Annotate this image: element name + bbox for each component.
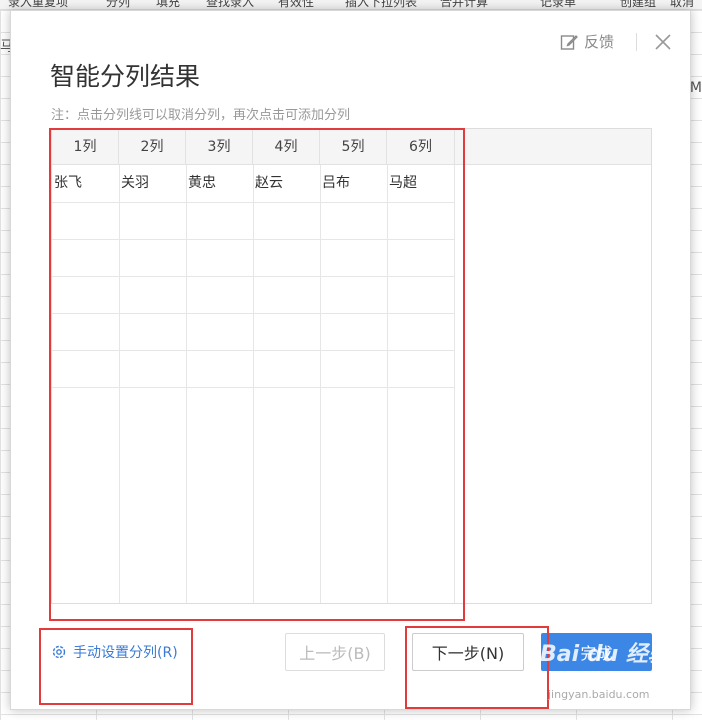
row-divider: [52, 313, 455, 314]
split-preview-table: 1列 2列 3列 4列 5列 6列 张飞 关羽 黄忠 赵云 吕布 马超: [51, 128, 652, 604]
split-line[interactable]: [320, 165, 321, 603]
close-button[interactable]: [652, 31, 674, 53]
column-header[interactable]: 5列: [320, 129, 387, 165]
header-divider: [636, 33, 637, 51]
gear-icon: [52, 645, 66, 659]
feedback-label: 反馈: [584, 33, 615, 51]
column-header[interactable]: 3列: [186, 129, 253, 165]
table-cell: 吕布: [322, 175, 350, 191]
bg-toolbar-item: 合并计算: [440, 0, 489, 9]
column-header[interactable]: 1列: [52, 129, 119, 165]
split-line[interactable]: [454, 165, 455, 603]
bg-toolbar-item: 记录单: [540, 0, 577, 9]
column-header[interactable]: 6列: [387, 129, 455, 165]
bg-toolbar-item: 分列: [106, 0, 131, 9]
manual-split-link[interactable]: 手动设置分列(R): [51, 642, 178, 662]
close-icon: [655, 34, 671, 50]
table-cell: 张飞: [54, 175, 82, 191]
row-divider: [52, 387, 455, 388]
split-line[interactable]: [186, 165, 187, 603]
bg-toolbar-item: 查找录入: [206, 0, 255, 9]
bg-toolbar-item: 插入下拉列表: [345, 0, 418, 9]
bg-toolbar-item: 创建组: [620, 0, 657, 9]
table-cell: 关羽: [121, 175, 149, 191]
watermark-url: jingyan.baidu.com: [548, 688, 650, 701]
row-divider: [52, 239, 455, 240]
feedback-button[interactable]: 反馈: [560, 31, 614, 52]
edit-icon: [560, 34, 578, 50]
watermark-brand: Bai du 经验: [540, 642, 670, 667]
table-header-row: 1列 2列 3列 4列 5列 6列: [52, 129, 651, 165]
bg-toolbar-item: 录入重复项: [8, 0, 69, 9]
split-line[interactable]: [387, 165, 388, 603]
row-divider: [52, 350, 455, 351]
column-header[interactable]: 2列: [119, 129, 186, 165]
table-cell: 马超: [389, 175, 417, 191]
smart-split-dialog: 反馈 智能分列结果 注：点击分列线可以取消分列，再次点击可添加分列 1列 2列 …: [10, 10, 691, 710]
dialog-note: 注：点击分列线可以取消分列，再次点击可添加分列: [51, 108, 351, 123]
row-divider: [52, 276, 455, 277]
column-header[interactable]: 4列: [253, 129, 320, 165]
bg-toolbar-item: 有效性: [278, 0, 315, 9]
next-step-button[interactable]: 下一步(N): [412, 633, 524, 671]
row-divider: [52, 202, 455, 203]
bg-toolbar-item: 填充: [156, 0, 181, 9]
split-line[interactable]: [253, 165, 254, 603]
split-line[interactable]: [119, 165, 120, 603]
table-cell: 黄忠: [188, 175, 216, 191]
dialog-title: 智能分列结果: [50, 62, 201, 91]
bg-toolbar-item: 取消: [670, 0, 695, 9]
background-toolbar: 录入重复项 分列 填充 查找录入 有效性 插入下拉列表 合并计算 记录单 创建组…: [0, 0, 702, 10]
manual-split-label: 手动设置分列(R): [73, 645, 178, 661]
previous-step-button[interactable]: 上一步(B): [285, 633, 385, 671]
bg-cell-fragment: M: [689, 80, 702, 96]
table-cell: 赵云: [255, 175, 283, 191]
